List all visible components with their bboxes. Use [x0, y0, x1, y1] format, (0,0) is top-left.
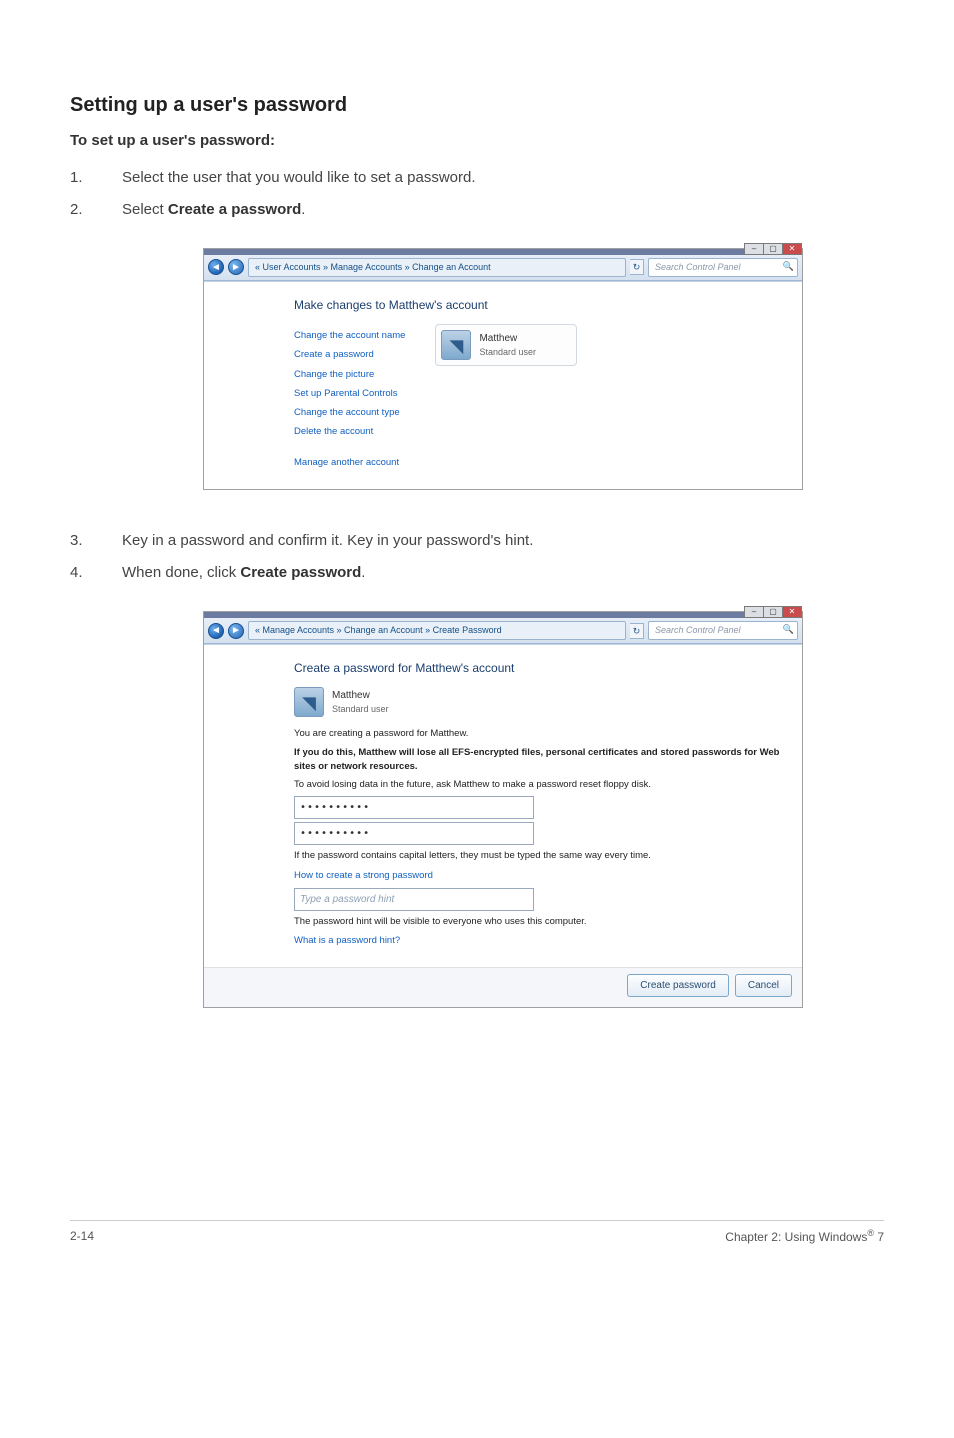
- link-change-type[interactable]: Change the account type: [294, 406, 405, 420]
- address-bar[interactable]: « User Accounts » Manage Accounts » Chan…: [248, 258, 626, 278]
- link-change-picture[interactable]: Change the picture: [294, 368, 405, 382]
- search-input[interactable]: Search Control Panel: [648, 621, 798, 641]
- chapter-label: Chapter 2: Using Windows® 7: [725, 1227, 884, 1246]
- steps-list-2: Key in a password and confirm it. Key in…: [70, 530, 884, 585]
- step-3: Key in a password and confirm it. Key in…: [70, 530, 884, 553]
- avatar: ◥: [294, 687, 324, 717]
- step-4: When done, click Create password.: [70, 562, 884, 585]
- note-caps: If the password contains capital letters…: [294, 849, 780, 863]
- page-number: 2-14: [70, 1227, 94, 1246]
- window-minimize[interactable]: ‒: [744, 243, 764, 255]
- screenshot-change-account: ‒ ▢ ✕ ◄ ► « User Accounts » Manage Accou…: [203, 248, 803, 490]
- cancel-button[interactable]: Cancel: [735, 974, 792, 997]
- refresh-button[interactable]: ↻: [630, 259, 644, 275]
- address-bar[interactable]: « Manage Accounts » Change an Account » …: [248, 621, 626, 641]
- account-action-links: Change the account name Create a passwor…: [294, 324, 405, 475]
- window-maximize[interactable]: ▢: [763, 243, 783, 255]
- panel-title: Create a password for Matthew's account: [294, 659, 780, 677]
- password-hint-field[interactable]: Type a password hint: [294, 888, 534, 911]
- link-change-name[interactable]: Change the account name: [294, 329, 405, 343]
- password-field[interactable]: ••••••••••: [294, 796, 534, 819]
- search-input[interactable]: Search Control Panel: [648, 258, 798, 278]
- user-name: Matthew: [479, 331, 536, 346]
- nav-forward-icon[interactable]: ►: [228, 259, 244, 275]
- confirm-password-field[interactable]: ••••••••••: [294, 822, 534, 845]
- link-delete-account[interactable]: Delete the account: [294, 425, 405, 439]
- window-minimize[interactable]: ‒: [744, 606, 764, 618]
- nav-forward-icon[interactable]: ►: [228, 623, 244, 639]
- nav-back-icon[interactable]: ◄: [208, 623, 224, 639]
- user-name: Matthew: [332, 688, 389, 703]
- panel-title: Make changes to Matthew's account: [294, 296, 782, 314]
- note-creating: You are creating a password for Matthew.: [294, 727, 780, 741]
- avatar: ◥: [441, 330, 471, 360]
- note-warning: If you do this, Matthew will lose all EF…: [294, 746, 780, 775]
- link-parental-controls[interactable]: Set up Parental Controls: [294, 387, 405, 401]
- section-heading: Setting up a user's password: [70, 90, 884, 120]
- step-2: Select Create a password.: [70, 199, 884, 222]
- link-what-is-hint[interactable]: What is a password hint?: [294, 934, 780, 948]
- note-avoid: To avoid losing data in the future, ask …: [294, 778, 780, 792]
- steps-list-1: Select the user that you would like to s…: [70, 167, 884, 222]
- link-create-password[interactable]: Create a password: [294, 348, 405, 362]
- user-role: Standard user: [479, 346, 536, 360]
- link-manage-another[interactable]: Manage another account: [294, 456, 405, 470]
- user-role: Standard user: [332, 703, 389, 717]
- link-strong-password[interactable]: How to create a strong password: [294, 869, 780, 883]
- screenshot-create-password: ‒ ▢ ✕ ◄ ► « Manage Accounts » Change an …: [203, 611, 803, 1009]
- refresh-button[interactable]: ↻: [630, 623, 644, 639]
- step-1: Select the user that you would like to s…: [70, 167, 884, 190]
- window-close[interactable]: ✕: [782, 606, 802, 618]
- nav-back-icon[interactable]: ◄: [208, 259, 224, 275]
- window-close[interactable]: ✕: [782, 243, 802, 255]
- window-maximize[interactable]: ▢: [763, 606, 783, 618]
- note-hint-visible: The password hint will be visible to eve…: [294, 915, 780, 929]
- create-password-button[interactable]: Create password: [627, 974, 729, 997]
- page-footer: 2-14 Chapter 2: Using Windows® 7: [70, 1220, 884, 1246]
- user-card: ◥ Matthew Standard user: [435, 324, 577, 366]
- section-subheading: To set up a user's password:: [70, 130, 884, 153]
